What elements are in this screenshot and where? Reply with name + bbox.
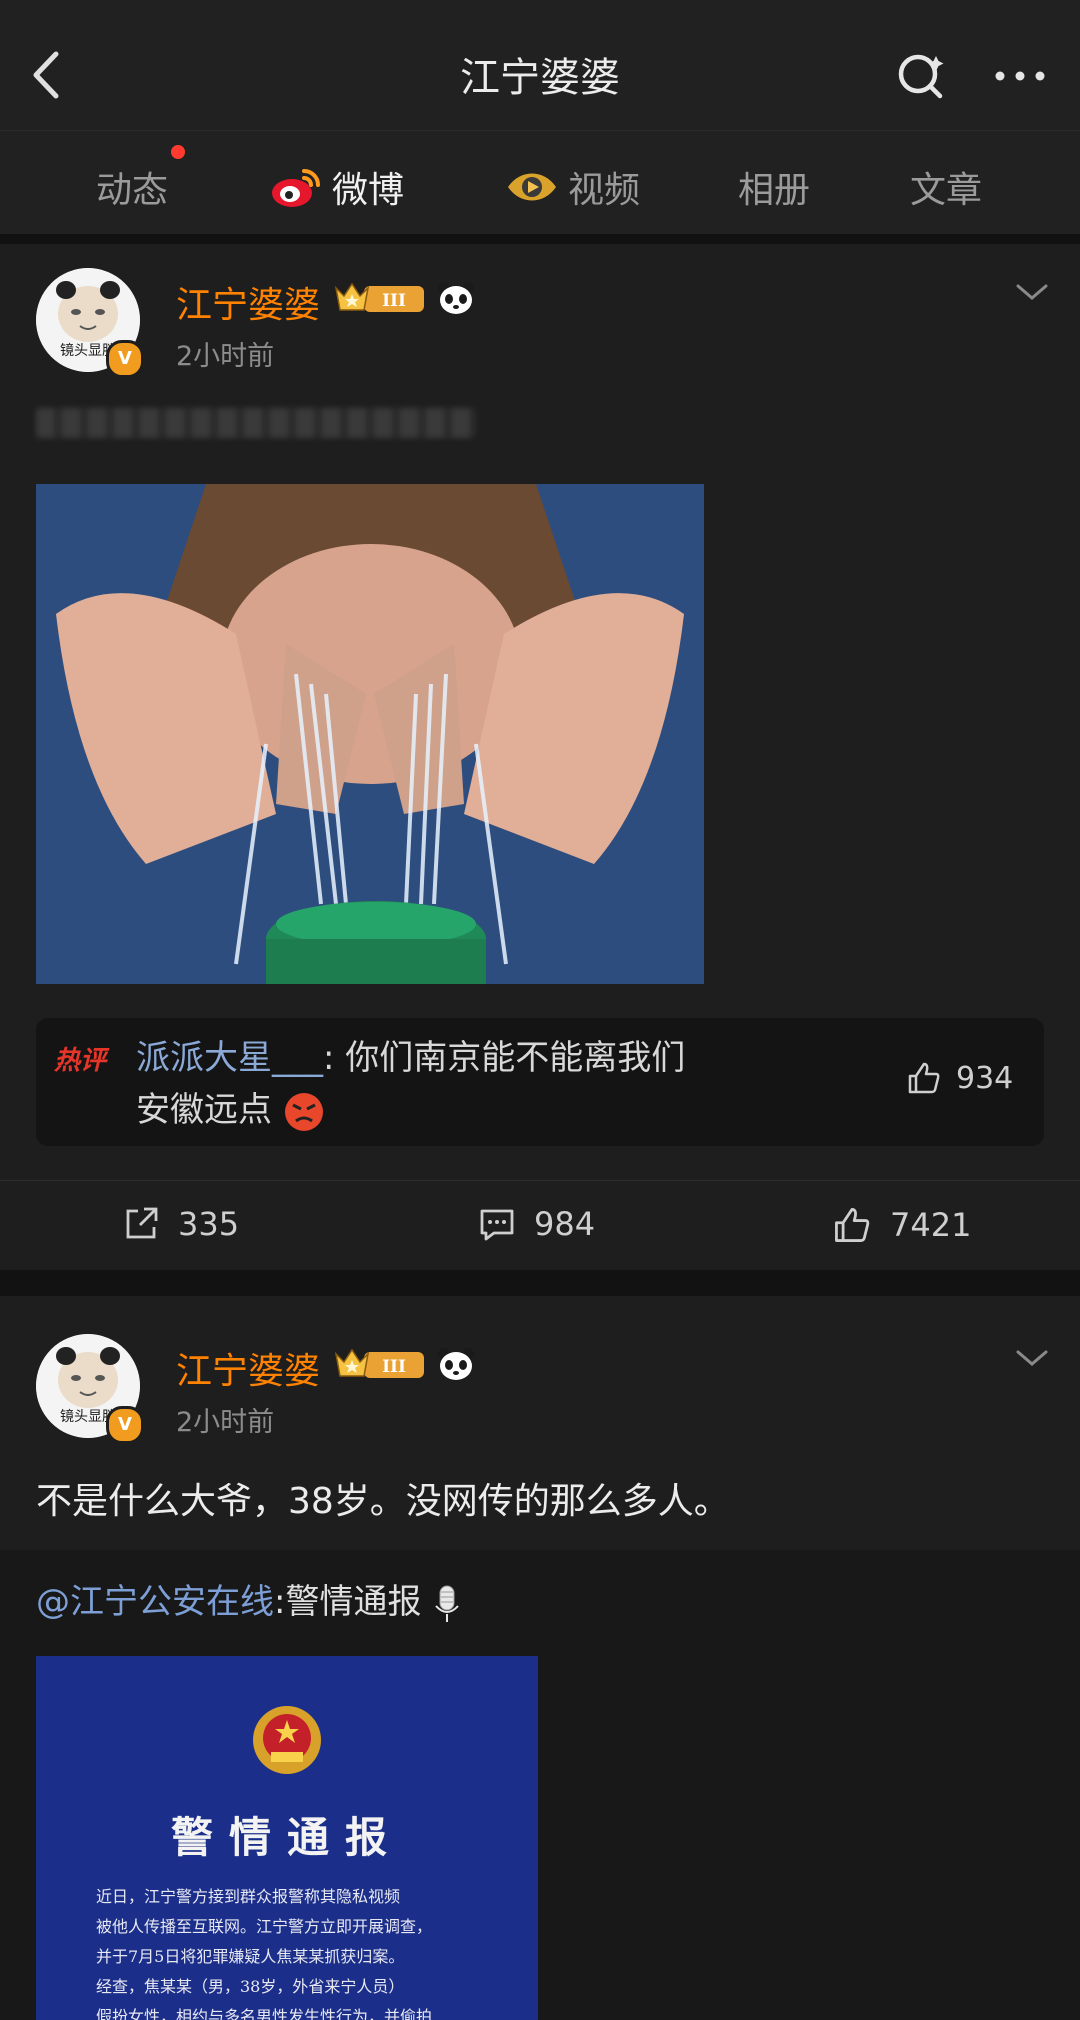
comment-username[interactable]: 派派大星___ — [136, 1038, 323, 1078]
author-name[interactable]: 江宁婆婆 — [176, 276, 320, 328]
weibo-post: 镜头显胖 V 江宁婆婆 III 2小时前 不是什么大爷，38岁。没网传的那么多人… — [0, 1296, 1080, 2020]
tab-video[interactable]: 视频 — [506, 161, 640, 213]
author-name[interactable]: 江宁婆婆 — [176, 1342, 320, 1394]
tab-dynamics[interactable]: 动态 — [96, 161, 168, 213]
chevron-down-icon[interactable] — [1014, 280, 1050, 304]
repost-button[interactable]: 335 — [122, 1205, 239, 1243]
blurred-post-text — [36, 408, 476, 438]
chevron-down-icon[interactable] — [1014, 1346, 1050, 1370]
tab-articles[interactable]: 文章 — [910, 161, 982, 213]
angry-emoji-icon — [284, 1092, 323, 1131]
weibo-post: 镜头显胖 V 江宁婆婆 III 2小时前 热评 派派大星___: 你们南京能不能… — [0, 244, 1080, 1270]
notice-body: 近日，江宁警方接到群众报警称其隐私视频 被他人传播至互联网。江宁警方立即开展调查… — [96, 1882, 508, 2020]
repost-text: @江宁公安在线:警情通报 — [36, 1574, 462, 1624]
like-count: 7421 — [890, 1206, 972, 1244]
notice-line: 经查，焦某某（男，38岁，外省来宁人员） — [96, 1977, 405, 1996]
like-button[interactable]: 7421 — [832, 1205, 971, 1245]
post-text: 不是什么大爷，38岁。没网传的那么多人。 — [36, 1481, 730, 1522]
hot-comment[interactable]: 热评 派派大星___: 你们南京能不能离我们安徽远点 934 — [36, 1018, 1044, 1146]
notice-title: 警情通报 — [170, 1813, 403, 1862]
tab-label: 相册 — [738, 170, 811, 211]
weibo-logo-icon — [272, 169, 320, 207]
comment-icon — [480, 1209, 514, 1241]
police-emblem-icon — [253, 1706, 321, 1774]
profile-tabs: 动态 微博 视频 相册 文章 — [0, 130, 1080, 245]
mention-link[interactable]: @江宁公安在线 — [36, 1582, 274, 1622]
verified-badge: V — [106, 1406, 144, 1444]
post-time: 2小时前 — [176, 341, 275, 372]
post-time: 2小时前 — [176, 1407, 275, 1438]
notice-line: 近日，江宁警方接到群众报警称其隐私视频 — [96, 1887, 401, 1906]
comment-button[interactable]: 984 — [478, 1205, 595, 1243]
notification-dot — [171, 145, 185, 159]
tab-weibo[interactable]: 微博 — [270, 161, 405, 245]
panda-icon — [438, 1348, 474, 1380]
notice-line: 被他人传播至互联网。江宁警方立即开展调查， — [96, 1917, 433, 1936]
tab-label: 文章 — [910, 170, 983, 211]
microphone-icon — [435, 1585, 460, 1622]
repost-count: 335 — [178, 1205, 240, 1243]
police-notice-image[interactable]: 警情通报 近日，江宁警方接到群众报警称其隐私视频 被他人传播至互联网。江宁警方立… — [36, 1656, 538, 2020]
repost-body: :警情通报 — [274, 1582, 422, 1622]
search-icon[interactable] — [896, 50, 948, 102]
notice-line: 假扮女性，相约与多名男性发生性行为，并偷拍 — [96, 2007, 433, 2020]
video-eye-icon — [508, 173, 556, 201]
reposted-content[interactable]: @江宁公安在线:警情通报 警情通报 近日，江宁警方接到群众报警称其隐私视频 被他… — [0, 1550, 1080, 2020]
more-options-icon[interactable] — [992, 58, 1048, 94]
post-divider — [0, 1270, 1080, 1296]
top-bar: 江宁婆婆 — [0, 0, 1080, 130]
tab-label: 动态 — [96, 170, 169, 211]
post-image[interactable] — [36, 484, 704, 984]
share-icon — [126, 1207, 158, 1239]
hot-comment-text: 派派大星___: 你们南京能不能离我们安徽远点 — [136, 1032, 696, 1136]
post-actions: 335 984 7421 — [0, 1180, 1080, 1271]
comment-count: 984 — [534, 1205, 596, 1243]
level-badge-text: III — [382, 1357, 406, 1377]
member-crown-badge-icon: III — [334, 282, 424, 312]
comment-like-button[interactable]: 934 — [906, 1060, 1013, 1096]
tab-label: 视频 — [568, 170, 641, 211]
level-badge-text: III — [382, 291, 406, 311]
tab-label: 微博 — [332, 170, 405, 211]
thumbs-up-icon — [835, 1208, 870, 1242]
panda-icon — [438, 282, 474, 314]
section-divider — [0, 234, 1080, 244]
notice-line: 并于7月5日将犯罪嫌疑人焦某某抓获归案。 — [96, 1947, 405, 1966]
comment-like-count: 934 — [956, 1060, 1014, 1096]
face-washing-photo-icon — [36, 484, 704, 984]
hot-comment-tag: 热评 — [54, 1046, 107, 1076]
verified-badge: V — [106, 340, 144, 378]
tab-album[interactable]: 相册 — [738, 161, 810, 213]
thumbs-up-icon — [908, 1062, 940, 1094]
member-crown-badge-icon: III — [334, 1348, 424, 1378]
